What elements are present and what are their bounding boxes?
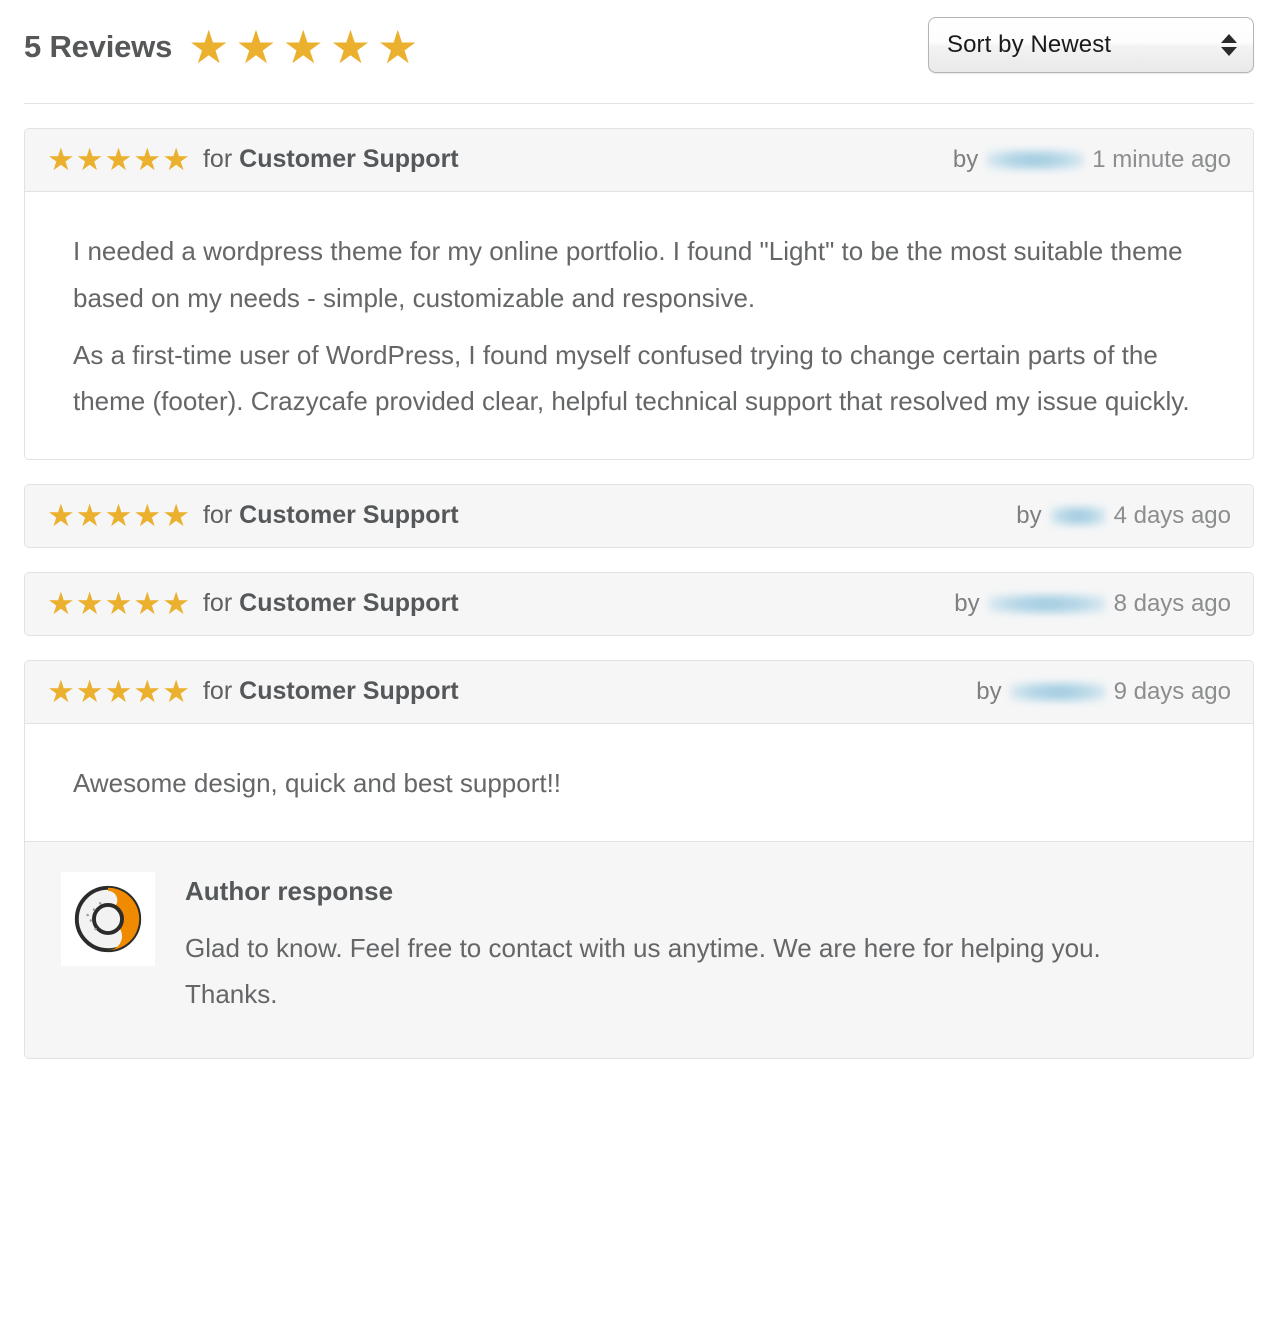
review-date: 8 days ago [1113,589,1231,617]
review-card: ★ ★ ★ ★ ★ for Customer Support by 8 days ago [24,572,1254,637]
review-date: 1 minute ago [1092,145,1231,173]
review-for-label: for [202,589,233,618]
review-stars: ★ ★ ★ ★ ★ [47,588,191,619]
review-subject: Customer Support [239,589,459,618]
review-for-label: for [202,501,233,530]
star-icon: ★ [133,586,162,622]
sort-select[interactable]: Sort by Newest [928,17,1254,73]
review-author-redacted [1009,680,1106,703]
triangle-up-icon [1221,34,1237,43]
review-header: ★ ★ ★ ★ ★ for Customer Support by 9 days ago [25,661,1253,725]
review-paragraph: As a first-time user of WordPress, I fou… [73,339,1190,417]
reviews-header-left: 5 Reviews ★ ★ ★ ★ ★ [24,22,418,70]
review-meta: by 1 minute ago [953,146,1231,174]
review-stars: ★ ★ ★ ★ ★ [47,500,191,531]
review-paragraph: I needed a wordpress theme for my online… [73,236,1183,313]
donut-logo-icon [74,885,142,953]
reviews-header: 5 Reviews ★ ★ ★ ★ ★ Sort by Newest [0,0,1278,104]
star-icon: ★ [162,498,190,534]
review-stars: ★ ★ ★ ★ ★ [47,676,191,707]
author-response-content: Author response Glad to know. Feel free t… [185,872,1165,1018]
star-icon: ★ [75,498,104,534]
sort-control[interactable]: Sort by Newest [928,17,1254,73]
review-subject: Customer Support [239,677,459,706]
star-icon: ★ [133,142,162,177]
page-title: 5 Reviews [24,28,173,64]
star-icon: ★ [104,498,133,534]
star-icon: ★ [162,674,190,710]
review-meta: by 9 days ago [976,678,1231,706]
star-icon: ★ [104,586,133,622]
star-icon: ★ [104,142,133,177]
star-icon: ★ [377,21,419,73]
sort-select-value: Sort by Newest [947,31,1112,58]
review-date: 9 days ago [1113,677,1231,705]
star-icon: ★ [329,21,372,73]
review-body: I needed a wordpress theme for my online… [25,192,1253,460]
star-icon: ★ [47,674,75,710]
star-icon: ★ [75,586,104,622]
review-subject: Customer Support [239,501,459,530]
review-paragraph: Awesome design, quick and best support!! [73,768,562,799]
star-icon: ★ [47,142,75,177]
review-author-redacted [986,148,1085,171]
review-author-redacted [1049,504,1106,527]
star-icon: ★ [75,142,104,177]
review-subject: Customer Support [239,145,459,173]
reviews-page: 5 Reviews ★ ★ ★ ★ ★ Sort by Newest ★ ★ ★ ★ ★ for C… [0,0,1278,1328]
review-header: ★ ★ ★ ★ ★ for Customer Support by 4 days ago [25,485,1253,548]
review-body: Awesome design, quick and best support!! [25,724,1253,841]
review-author-redacted [987,592,1106,615]
triangle-down-icon [1221,47,1237,56]
author-response-text: Glad to know. Feel free to contact with … [185,932,1101,1010]
review-for-label: for [202,677,233,706]
review-meta: by 8 days ago [954,590,1231,618]
overall-rating-stars: ★ ★ ★ ★ ★ [188,24,418,70]
review-stars: ★ ★ ★ ★ ★ [47,144,191,175]
avatar [61,871,155,966]
star-icon: ★ [133,498,162,534]
star-icon: ★ [235,21,277,73]
author-response-title: Author response [185,875,394,906]
star-icon: ★ [104,674,133,710]
review-by-label: by [954,589,980,617]
star-icon: ★ [162,142,190,177]
star-icon: ★ [75,674,104,710]
review-card: ★ ★ ★ ★ ★ for Customer Support by 1 minute ago I … [24,128,1254,461]
review-date: 4 days ago [1113,501,1231,529]
header-divider [24,103,1254,104]
review-for-label: for [202,145,233,173]
star-icon: ★ [282,21,324,73]
star-icon: ★ [188,21,230,73]
review-by-label: by [952,145,979,173]
review-header: ★ ★ ★ ★ ★ for Customer Support by 1 minute ago [25,129,1253,192]
review-by-label: by [976,677,1002,705]
star-icon: ★ [133,674,162,710]
review-card: ★ ★ ★ ★ ★ for Customer Support by 4 days ago [24,484,1254,549]
review-rating-group: ★ ★ ★ ★ ★ for Customer Support [47,676,459,707]
review-header: ★ ★ ★ ★ ★ for Customer Support by 8 days ago [25,573,1253,636]
stepper-arrows-icon[interactable] [1221,34,1237,56]
star-icon: ★ [47,498,75,534]
review-card: ★ ★ ★ ★ ★ for Customer Support by 9 days ago Awes… [24,660,1254,1059]
review-by-label: by [1016,501,1042,529]
author-response: Author response Glad to know. Feel free t… [25,840,1253,1058]
review-rating-group: ★ ★ ★ ★ ★ for Customer Support [47,588,459,619]
reviews-list: ★ ★ ★ ★ ★ for Customer Support by 1 minute ago I … [0,128,1278,1059]
star-icon: ★ [47,586,75,622]
review-meta: by 4 days ago [1016,502,1231,530]
review-rating-group: ★ ★ ★ ★ ★ for Customer Support [47,500,459,531]
review-rating-group: ★ ★ ★ ★ ★ for Customer Support [47,144,459,175]
star-icon: ★ [162,586,190,622]
